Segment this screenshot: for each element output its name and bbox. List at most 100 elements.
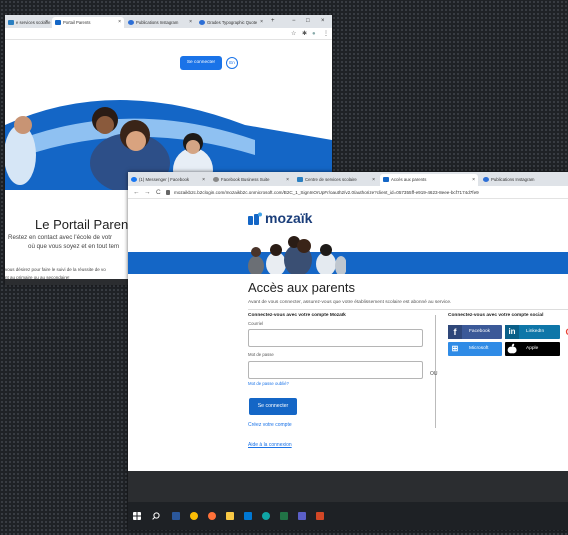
tab-label: (1) Messenger | Facebook: [139, 177, 190, 182]
microsoft-login-button[interactable]: ⊞ Microsoft: [448, 342, 502, 356]
tab-label: Accès aux parents: [391, 177, 427, 182]
mozaik-favicon-icon: [55, 20, 61, 26]
linkedin-login-button[interactable]: in LinkedIn: [505, 325, 560, 339]
microsoft-label: Microsoft: [469, 346, 489, 351]
close-tab-icon[interactable]: ×: [472, 174, 475, 186]
portal-body-text: vous désirez pour faire le suivi de la r…: [5, 267, 106, 272]
messenger-favicon-icon: [131, 177, 137, 183]
close-tab-icon[interactable]: ×: [286, 174, 289, 186]
star-icon[interactable]: ☆: [291, 28, 296, 40]
url-text[interactable]: mozaikb2c.b2clogin.com/mozaikb2c.onmicro…: [174, 186, 479, 199]
email-label: Courriel: [248, 321, 264, 326]
menu-icon[interactable]: ⋮: [323, 28, 329, 40]
profile-icon[interactable]: ●: [312, 28, 316, 40]
front-tab-centre-services[interactable]: Centre de services scolaire ×: [294, 174, 378, 186]
close-tab-icon[interactable]: ×: [189, 17, 192, 28]
front-browser-window: (1) Messenger | Facebook × Facebook Busin…: [128, 172, 568, 530]
portal-tagline: Restez en contact avec l'école de votr: [8, 234, 113, 241]
front-address-bar[interactable]: ← → C mozaikb2c.b2clogin.com/mozaikb2c.o…: [128, 186, 568, 199]
parents-hero-image: [248, 236, 346, 274]
windows-taskbar: [128, 502, 568, 530]
mozaik-login-heading: Connectez-vous avec votre compte Mozaïk: [248, 313, 346, 318]
forgot-password-link[interactable]: Mot de passe oublié?: [248, 381, 289, 386]
back-tab-grades[interactable]: Grades Typographic Quote ×: [196, 17, 266, 28]
close-tab-icon[interactable]: ×: [202, 174, 205, 186]
tab-label: Grades Typographic Quote: [207, 20, 258, 25]
facebook-label: Facebook: [469, 329, 491, 334]
portal-connect-button[interactable]: Se connecter: [180, 56, 222, 70]
page-footer: [128, 471, 568, 502]
mozaik-logo-icon: [248, 212, 262, 225]
excel-icon[interactable]: [280, 512, 288, 520]
firefox-icon[interactable]: [208, 512, 216, 520]
create-account-link[interactable]: Créez votre compte: [248, 422, 292, 428]
new-tab-icon[interactable]: +: [271, 16, 275, 27]
front-tab-bar: (1) Messenger | Facebook × Facebook Busin…: [128, 172, 568, 186]
facebook-icon: f: [448, 325, 462, 339]
password-field[interactable]: [248, 361, 423, 379]
intro-text: Avant de vous connecter, assurez-vous qu…: [248, 300, 452, 305]
back-tab-portail-parents[interactable]: Portail Parents ×: [52, 17, 124, 28]
front-tab-messenger[interactable]: (1) Messenger | Facebook ×: [128, 174, 208, 186]
close-tab-icon[interactable]: ×: [45, 17, 48, 28]
facebook-login-button[interactable]: f Facebook: [448, 325, 502, 339]
linkedin-label: LinkedIn: [526, 329, 545, 334]
forward-arrow-icon[interactable]: →: [144, 186, 151, 199]
password-label: Mot de passe: [248, 352, 274, 357]
facebook-favicon-icon: [213, 177, 219, 183]
apple-login-button[interactable]: Apple: [505, 342, 560, 356]
lock-icon: [166, 190, 170, 195]
tab-label: Facebook Business Suite: [221, 177, 270, 182]
edge-icon[interactable]: [262, 512, 270, 520]
email-field[interactable]: [248, 329, 423, 347]
minimize-icon[interactable]: −: [292, 16, 296, 27]
front-tab-business-suite[interactable]: Facebook Business Suite ×: [210, 174, 292, 186]
google-icon: G: [563, 325, 568, 339]
maximize-icon[interactable]: □: [306, 16, 310, 27]
close-tab-icon[interactable]: ×: [260, 17, 263, 28]
portal-title: Le Portail Parent: [35, 217, 132, 232]
instagram-favicon-icon: [483, 177, 489, 183]
google-login-button[interactable]: G: [563, 325, 568, 339]
powerpoint-icon[interactable]: [316, 512, 324, 520]
extensions-icon[interactable]: ✱: [302, 28, 307, 40]
login-button[interactable]: Se connecter: [249, 398, 297, 415]
portal-favicon-icon: [297, 177, 303, 183]
apple-icon: [507, 343, 517, 354]
tab-label: Portail Parents: [63, 20, 91, 25]
close-tab-icon[interactable]: ×: [118, 17, 121, 28]
chrome-favicon-icon: [199, 20, 205, 26]
microsoft-icon: ⊞: [451, 344, 459, 353]
close-window-icon[interactable]: ×: [321, 16, 325, 27]
reload-icon[interactable]: C: [156, 186, 161, 199]
instagram-favicon-icon: [128, 20, 134, 26]
portal-tagline: où que vous soyez et en tout tem: [28, 243, 120, 250]
chrome-icon[interactable]: [190, 512, 198, 520]
language-toggle-button[interactable]: En: [226, 57, 238, 69]
front-tab-acces-parents[interactable]: Accès aux parents ×: [380, 174, 478, 186]
teams-icon[interactable]: [298, 512, 306, 520]
login-help-link[interactable]: Aide à la connexion: [248, 442, 292, 448]
close-tab-icon[interactable]: ×: [372, 174, 375, 186]
mozaik-logo-text: mozaïk: [265, 210, 313, 226]
back-tab-instagram[interactable]: Publications Instagram ×: [125, 17, 195, 28]
page-title: Accès aux parents: [248, 280, 355, 295]
back-arrow-icon[interactable]: ←: [133, 186, 140, 199]
outlook-icon[interactable]: [244, 512, 252, 520]
word-icon[interactable]: [172, 512, 180, 520]
file-explorer-icon[interactable]: [226, 512, 234, 520]
apple-label: Apple: [526, 346, 539, 351]
windows-start-icon[interactable]: [133, 512, 141, 520]
portal-favicon-icon: [8, 20, 14, 26]
divider: [248, 309, 568, 310]
front-tab-instagram[interactable]: Publications Instagram: [480, 174, 568, 186]
back-address-bar[interactable]: ☆ ✱ ● ⋮: [5, 28, 332, 40]
back-tab-services[interactable]: e services scolaire ×: [5, 17, 51, 28]
hero-band: [128, 252, 568, 274]
mozaik-favicon-icon: [383, 177, 389, 183]
tab-label: Publications Instagram: [136, 20, 179, 25]
back-tab-bar: e services scolaire × Portail Parents × Pu…: [5, 15, 332, 28]
linkedin-icon: in: [505, 325, 519, 339]
or-label: OU: [430, 371, 438, 377]
search-icon[interactable]: [152, 512, 160, 520]
